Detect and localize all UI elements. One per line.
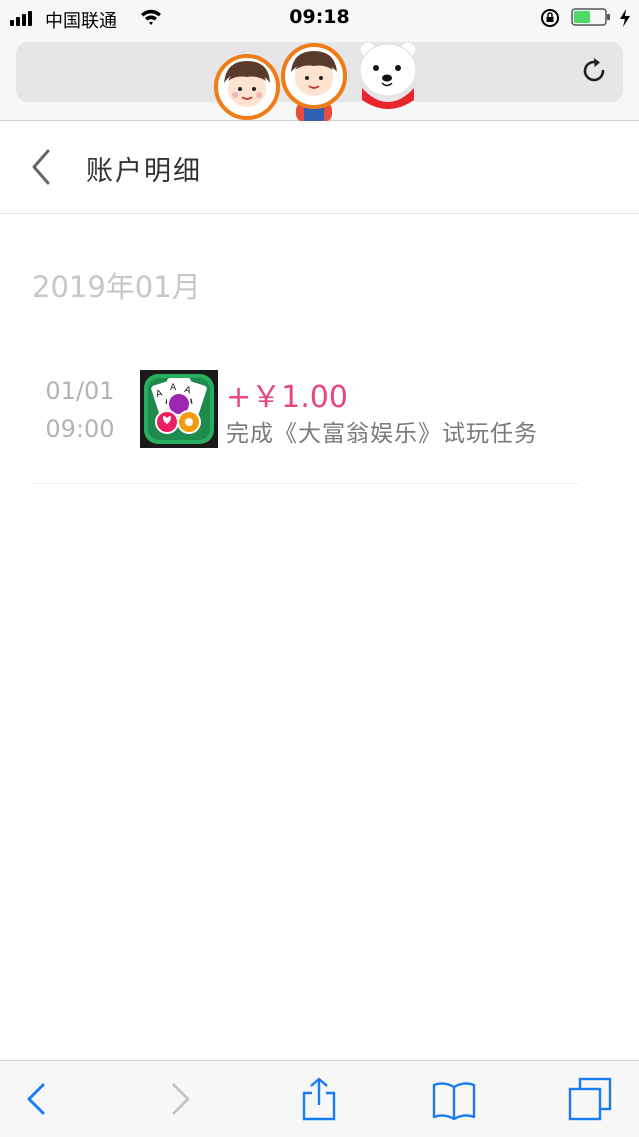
boy-face-sticker-icon — [214, 54, 280, 120]
record-date: 01/01 — [45, 377, 115, 405]
battery-icon — [571, 8, 610, 26]
browser-toolbar — [0, 1060, 639, 1137]
svg-text:A: A — [170, 383, 177, 393]
page-title: 账户明细 — [86, 156, 202, 187]
forward-icon[interactable] — [158, 1077, 202, 1121]
browser-address-area: l c — [0, 36, 639, 122]
chevron-left-icon[interactable] — [26, 147, 56, 187]
polar-bear-sticker-icon — [359, 41, 417, 109]
status-bar: 中国联通 09:18 — [0, 0, 639, 36]
poker-app-icon: A A A — [140, 370, 218, 448]
record-amount: +￥1.00 — [226, 380, 348, 415]
reload-icon[interactable] — [579, 56, 609, 86]
record-description: 完成《大富翁娱乐》试玩任务 — [226, 421, 538, 447]
bookmarks-icon[interactable] — [432, 1077, 476, 1121]
month-heading: 2019年01月 — [32, 270, 201, 304]
share-icon[interactable] — [297, 1077, 341, 1121]
record-datetime: 01/01 09:00 — [32, 372, 128, 448]
orientation-lock-icon — [541, 9, 559, 27]
charging-icon — [620, 9, 630, 27]
list-item[interactable]: 01/01 09:00 A A A +￥1.00 完成《大富翁娱乐》试玩任务 — [32, 360, 578, 484]
tabs-icon[interactable] — [568, 1077, 612, 1121]
page-header: 账户明细 — [0, 121, 639, 214]
back-icon[interactable] — [15, 1077, 59, 1121]
record-time: 09:00 — [45, 415, 115, 443]
girl-face-sticker-icon — [281, 43, 347, 122]
